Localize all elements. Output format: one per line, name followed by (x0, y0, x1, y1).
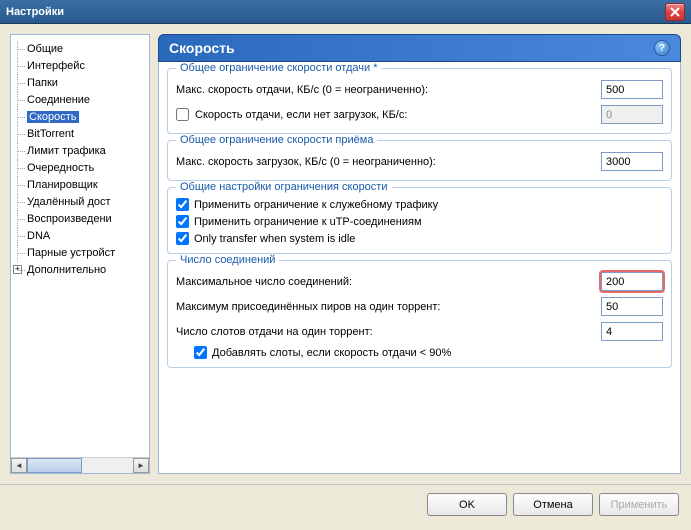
download-max-label: Макс. скорость загрузок, КБ/с (0 = неогр… (176, 156, 595, 168)
sidebar-item-connection[interactable]: Соединение (13, 92, 147, 109)
conn-peers-input[interactable] (601, 297, 663, 316)
upload-group: Общее ограничение скорости отдачи * Макс… (167, 68, 672, 134)
close-icon (670, 7, 680, 17)
sidebar-item-playback[interactable]: Воспроизведени (13, 211, 147, 228)
sidebar-item-general[interactable]: Общие (13, 41, 147, 58)
connections-group-title: Число соединений (176, 254, 279, 266)
sidebar-item-folders[interactable]: Папки (13, 75, 147, 92)
sidebar-item-paired[interactable]: Парные устройст (13, 245, 147, 262)
dialog-footer: OK Отмена Применить (0, 484, 691, 524)
scroll-track[interactable] (27, 458, 133, 473)
category-tree: Общие Интерфейс Папки Соединение Скорост… (11, 41, 149, 279)
common-opt1-checkbox[interactable] (176, 198, 189, 211)
conn-add-slots-label: Добавлять слоты, если скорость отдачи < … (212, 347, 451, 359)
common-opt1-label: Применить ограничение к служебному трафи… (194, 199, 438, 211)
common-group: Общие настройки ограничения скорости При… (167, 187, 672, 254)
sidebar-item-advanced[interactable]: +Дополнительно (13, 262, 147, 279)
conn-peers-label: Максимум присоединённых пиров на один то… (176, 301, 595, 313)
common-opt2-label: Применить ограничение к uTP-соединениям (194, 216, 422, 228)
window-title: Настройки (6, 6, 64, 18)
upload-max-input[interactable] (601, 80, 663, 99)
apply-button: Применить (599, 493, 679, 516)
panel-body: Общее ограничение скорости отдачи * Макс… (158, 62, 681, 474)
connections-group: Число соединений Максимальное число соед… (167, 260, 672, 368)
conn-slots-input[interactable] (601, 322, 663, 341)
sidebar-item-traffic-limit[interactable]: Лимит трафика (13, 143, 147, 160)
sidebar-scrollbar[interactable]: ◄ ► (11, 457, 149, 473)
ok-button[interactable]: OK (427, 493, 507, 516)
sidebar-item-bittorrent[interactable]: BitTorrent (13, 126, 147, 143)
download-max-input[interactable] (601, 152, 663, 171)
conn-max-label: Максимальное число соединений: (176, 276, 595, 288)
upload-alt-input (601, 105, 663, 124)
expand-icon[interactable]: + (13, 265, 22, 274)
panel-title: Скорость (169, 40, 235, 56)
common-opt3-label: Only transfer when system is idle (194, 233, 355, 245)
common-opt2-checkbox[interactable] (176, 215, 189, 228)
scroll-thumb[interactable] (27, 458, 82, 473)
upload-alt-label: Скорость отдачи, если нет загрузок, КБ/с… (195, 109, 595, 121)
sidebar-item-scheduler[interactable]: Планировщик (13, 177, 147, 194)
scroll-left-button[interactable]: ◄ (11, 458, 27, 473)
sidebar-item-interface[interactable]: Интерфейс (13, 58, 147, 75)
help-icon[interactable]: ? (654, 40, 670, 56)
conn-slots-label: Число слотов отдачи на один торрент: (176, 326, 595, 338)
upload-alt-checkbox[interactable] (176, 108, 189, 121)
conn-max-input[interactable] (601, 272, 663, 291)
panel-header: Скорость ? (158, 34, 681, 62)
close-button[interactable] (665, 3, 685, 21)
conn-add-slots-checkbox[interactable] (194, 346, 207, 359)
titlebar: Настройки (0, 0, 691, 24)
category-sidebar: Общие Интерфейс Папки Соединение Скорост… (10, 34, 150, 474)
sidebar-item-queue[interactable]: Очередность (13, 160, 147, 177)
common-opt3-checkbox[interactable] (176, 232, 189, 245)
common-group-title: Общие настройки ограничения скорости (176, 181, 392, 193)
upload-group-title: Общее ограничение скорости отдачи * (176, 62, 381, 74)
scroll-right-button[interactable]: ► (133, 458, 149, 473)
download-group: Общее ограничение скорости приёма Макс. … (167, 140, 672, 181)
sidebar-item-remote[interactable]: Удалённый дост (13, 194, 147, 211)
download-group-title: Общее ограничение скорости приёма (176, 134, 377, 146)
upload-max-label: Макс. скорость отдачи, КБ/с (0 = неогран… (176, 84, 595, 96)
sidebar-item-speed[interactable]: Скорость (13, 109, 147, 126)
sidebar-item-dna[interactable]: DNA (13, 228, 147, 245)
cancel-button[interactable]: Отмена (513, 493, 593, 516)
